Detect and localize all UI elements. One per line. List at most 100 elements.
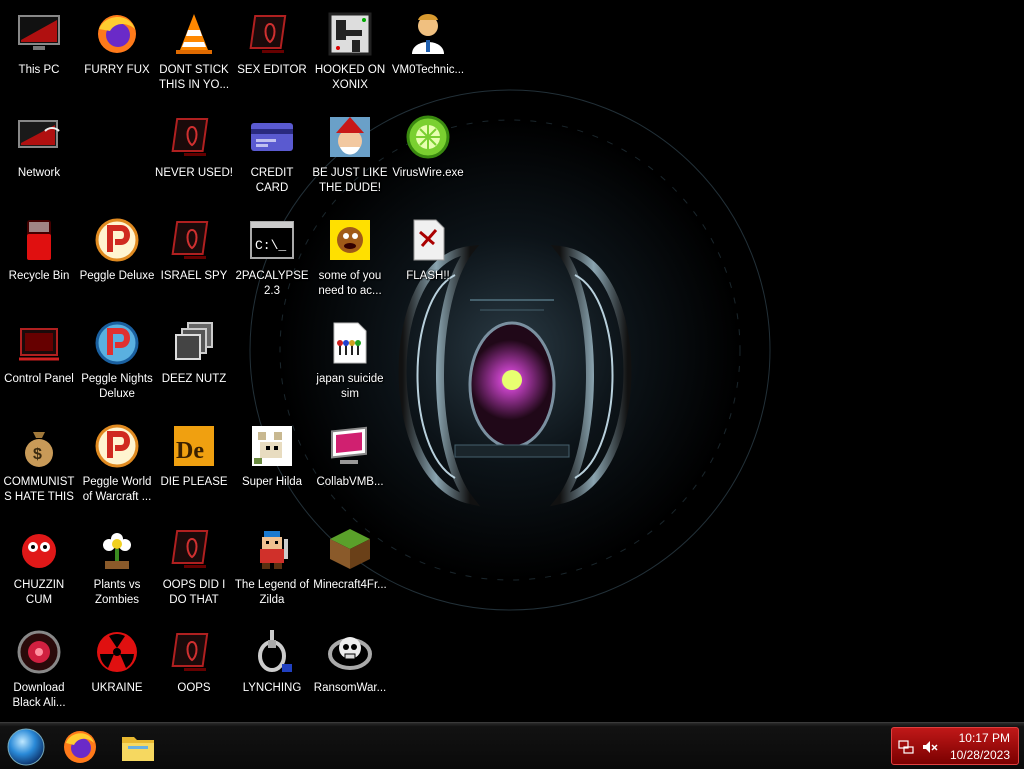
desktop-icon-label: UKRAINE (91, 682, 143, 694)
desktop-icon[interactable]: HOOKED ON XONIX (311, 4, 389, 104)
radiation-icon (93, 628, 141, 676)
desktop-icon-label: FURRY FUX (84, 64, 150, 76)
desktop-icon[interactable]: De DIE PLEASE (155, 416, 233, 516)
desktop-icon[interactable]: Recycle Bin (0, 210, 78, 310)
desktop-icon-label: The Legend of Zilda (234, 579, 310, 606)
desktop-icon-label: COMMUNISTS HATE THIS G... (3, 476, 75, 503)
chuzzle-icon (15, 525, 63, 573)
desktop-icon[interactable]: $ COMMUNISTS HATE THIS G... (0, 416, 78, 516)
technician-icon (404, 10, 452, 58)
desktop-icon-label: RansomWar... (313, 682, 387, 694)
desktop-icon[interactable]: DEEZ NUTZ (155, 313, 233, 413)
desktop-icon[interactable]: Plants vs Zombies (78, 519, 156, 619)
desktop-icon-label: BE JUST LIKE THE DUDE! (312, 167, 388, 194)
desktop-icon[interactable]: VM0Technic... (389, 4, 467, 104)
taskbar-firefox-button[interactable] (60, 727, 100, 767)
volume-muted-icon[interactable] (922, 739, 938, 755)
desktop-icon-label: DEEZ NUTZ (161, 373, 227, 385)
svg-text:De: De (176, 438, 204, 464)
computer-icon (15, 10, 63, 58)
desktop-icon-label: japan suicide sim (316, 373, 384, 400)
recycle-bin-icon (15, 216, 63, 264)
desktop-icon[interactable]: Peggle World of Warcraft ... (78, 416, 156, 516)
desktop-icon[interactable]: CollabVMB... (311, 416, 389, 516)
peggle-nights-icon (93, 319, 141, 367)
desktop-icon[interactable]: The Legend of Zilda (233, 519, 311, 619)
desktop-icon-label: OOPS DID I DO THAT (162, 579, 226, 606)
desktop-icon[interactable]: RansomWar... (311, 622, 389, 722)
desktop-icon[interactable]: japan suicide sim (311, 313, 389, 413)
credit-card-icon (248, 113, 296, 161)
desktop-icon-label: 2PACALYPSE 2.3 (235, 270, 309, 297)
taskbar-file-explorer-button[interactable] (118, 727, 158, 767)
desktop-icon[interactable]: LYNCHING (233, 622, 311, 722)
desktop-icon-label: CollabVMB... (316, 476, 384, 488)
peggle-icon (93, 422, 141, 470)
stacked-windows-icon (170, 319, 218, 367)
desktop-icon-label: Plants vs Zombies (93, 579, 141, 606)
alienware-monitor-icon (170, 628, 218, 676)
desktop-icon-label: Peggle Deluxe (79, 270, 155, 282)
desktop-icon-label: DONT STICK THIS IN YO... (158, 64, 230, 91)
desktop-icon-label: Peggle World of Warcraft ... (82, 476, 152, 503)
desktop-icon[interactable]: BE JUST LIKE THE DUDE! (311, 107, 389, 207)
firefox-icon (64, 731, 96, 763)
document-icon (326, 319, 374, 367)
svg-text:C:\_: C:\_ (255, 238, 286, 253)
control-panel-icon (15, 319, 63, 367)
network-icon (15, 113, 63, 161)
desktop-icon-label: NEVER USED! (155, 167, 233, 179)
command-prompt-icon: C:\_ (248, 216, 296, 264)
desktop-icon[interactable]: CREDIT CARD CHECKER (233, 107, 311, 207)
clock-date[interactable]: 10/28/2023 (950, 748, 1010, 762)
desktop-icon-label: CHUZZIN CUM (13, 579, 65, 606)
desktop-icon[interactable]: NEVER USED! (155, 107, 233, 207)
desktop-icon[interactable]: OOPS DID I DO THAT (155, 519, 233, 619)
system-tray: 10:17 PM 10/28/2023 (891, 727, 1019, 765)
desktop-icon[interactable]: Download Black Ali... (0, 622, 78, 722)
desktop-icon[interactable]: FURRY FUX (78, 4, 156, 104)
desktop-icon[interactable]: DONT STICK THIS IN YO... (155, 4, 233, 104)
pixel-hero-icon (248, 525, 296, 573)
start-orb-icon (7, 728, 45, 766)
desktop-icon[interactable]: This PC (0, 4, 78, 104)
money-bag-icon: $ (15, 422, 63, 470)
desktop-icon-label: FLASH!! (406, 270, 450, 282)
flower-icon (93, 525, 141, 573)
desktop-icon[interactable]: Peggle Deluxe (78, 210, 156, 310)
desktop-icon[interactable]: SEX EDITOR (233, 4, 311, 104)
network-status-icon[interactable] (898, 739, 914, 755)
desktop-icon[interactable]: Minecraft4Fr... (311, 519, 389, 619)
desktop-icon[interactable]: C:\_ 2PACALYPSE 2.3 (233, 210, 311, 310)
desktop-icon-label: CREDIT CARD CHECKER (250, 167, 294, 194)
collabvm-icon (326, 422, 374, 470)
desktop-icon[interactable]: Super Hilda (233, 416, 311, 516)
skull-ring-icon (326, 628, 374, 676)
shortcut-file-icon (404, 216, 452, 264)
desktop-icon-label: DIE PLEASE (160, 476, 228, 488)
desktop-icon[interactable]: VirusWire.exe (389, 107, 467, 207)
desktop-icon-label: Super Hilda (241, 476, 303, 488)
desktop-icon[interactable]: ISRAEL SPY (155, 210, 233, 310)
clock-time[interactable]: 10:17 PM (959, 731, 1010, 745)
desktop-icon[interactable]: FLASH!! (389, 210, 467, 310)
minecraft-block-icon (326, 525, 374, 573)
alienware-monitor-icon (170, 525, 218, 573)
pixel-dog-icon (248, 422, 296, 470)
desktop-icon[interactable]: CHUZZIN CUM (0, 519, 78, 619)
desktop-icon-label: LYNCHING (242, 682, 302, 694)
start-button[interactable] (6, 727, 46, 767)
desktop-icon-label: VM0Technic... (391, 64, 465, 76)
folder-icon (122, 737, 154, 761)
desktop-icon[interactable]: Peggle Nights Deluxe (78, 313, 156, 413)
desktop-icon-label: Peggle Nights Deluxe (81, 373, 153, 400)
desktop-icon-label: Network (17, 167, 61, 179)
vlc-cone-icon (170, 10, 218, 58)
desktop: This PC FURRY FUX DONT STICK THIS IN YO...… (0, 0, 1024, 722)
desktop-icon[interactable]: Network (0, 107, 78, 207)
desktop-icon[interactable]: some of you need to ac... (311, 210, 389, 310)
alienware-monitor-icon (170, 216, 218, 264)
desktop-icon[interactable]: UKRAINE (78, 622, 156, 722)
desktop-icon[interactable]: OOPS (155, 622, 233, 722)
desktop-icon[interactable]: Control Panel (0, 313, 78, 413)
